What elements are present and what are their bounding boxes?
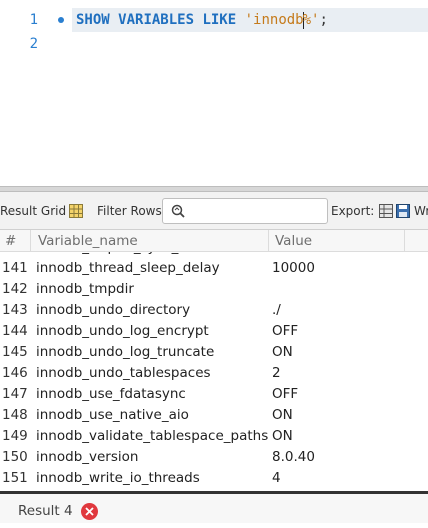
sql-keyword: LIKE (202, 12, 237, 28)
filter-rows-label: Filter Rows: (97, 204, 166, 218)
cell-variable-name[interactable]: innodb_undo_tablespaces (36, 363, 211, 384)
cell-variable-name[interactable]: innodb_undo_directory (36, 300, 190, 321)
table-row[interactable]: 150 innodb_version 8.0.40 (0, 447, 428, 468)
cell-variable-name[interactable]: innodb_version (36, 447, 138, 468)
export-icon[interactable] (379, 204, 393, 218)
cell-value[interactable]: 10000 (272, 258, 315, 279)
cell-row-number: 141 (2, 260, 28, 276)
cell-row-number: 151 (2, 470, 28, 486)
cell-variable-name[interactable]: innodb_undo_log_truncate (36, 342, 214, 363)
cell-row-number: 148 (2, 407, 28, 423)
cell-variable-name[interactable]: innodb_tmpdir (36, 279, 134, 300)
column-header-value[interactable]: Value (275, 230, 312, 252)
column-header-number[interactable]: # (5, 230, 16, 252)
search-icon (171, 204, 185, 218)
sql-terminator: ; (319, 12, 328, 28)
close-icon[interactable] (81, 503, 98, 520)
result-tabbar: Result 4 (0, 494, 428, 523)
table-row[interactable]: 146 innodb_undo_tablespaces 2 (0, 363, 428, 384)
table-row[interactable]: 151 innodb_write_io_threads 4 (0, 468, 428, 489)
result-toolbar: Result Grid Filter Rows: Export: Wra (0, 192, 428, 230)
wrap-label[interactable]: Wra (414, 192, 428, 230)
cell-variable-name[interactable]: innodb_validate_tablespace_paths (36, 426, 268, 447)
export-label: Export: (331, 204, 375, 218)
result-grid-label[interactable]: Result Grid (0, 192, 66, 230)
sql-string: 'innodb (244, 12, 304, 28)
cell-row-number: 147 (2, 386, 28, 402)
table-row[interactable]: 143 innodb_undo_directory ./ (0, 300, 428, 321)
cell-row-number: 149 (2, 428, 28, 444)
table-row[interactable]: 142 innodb_tmpdir (0, 279, 428, 300)
cell-value[interactable]: ON (272, 342, 293, 363)
cell-value[interactable]: OFF (272, 384, 298, 405)
grid-rows: 140 innodb_tmpdir_sync_thread 141 innodb… (0, 252, 428, 489)
gutter-line-1: 1 (0, 8, 70, 32)
grid-header: # Variable_name Value (0, 230, 428, 252)
cell-row-number: 146 (2, 365, 28, 381)
column-divider[interactable] (30, 230, 31, 252)
column-divider[interactable] (404, 230, 405, 252)
sql-editor[interactable]: 1 2 SHOW VARIABLES LIKE 'innodb%'; (0, 0, 428, 186)
grid-view-icon[interactable] (69, 204, 83, 218)
cell-value[interactable]: OFF (272, 321, 298, 342)
table-row[interactable]: 145 innodb_undo_log_truncate ON (0, 342, 428, 363)
gutter-line-2: 2 (0, 32, 70, 56)
line-number: 1 (29, 12, 38, 28)
column-header-variable-name[interactable]: Variable_name (38, 230, 138, 252)
cell-variable-name[interactable]: innodb_write_io_threads (36, 468, 200, 489)
save-icon[interactable] (396, 204, 410, 218)
cell-variable-name[interactable]: innodb_undo_log_encrypt (36, 321, 209, 342)
cell-value[interactable]: ON (272, 405, 293, 426)
table-row[interactable]: 148 innodb_use_native_aio ON (0, 405, 428, 426)
sql-string: %' (302, 12, 320, 28)
cell-row-number: 150 (2, 449, 28, 465)
cell-row-number: 143 (2, 302, 28, 318)
line-number: 2 (29, 36, 38, 52)
cell-row-number: 144 (2, 323, 28, 339)
cell-row-number: 142 (2, 281, 28, 297)
cell-variable-name[interactable]: innodb_use_native_aio (36, 405, 189, 426)
sql-keyword: SHOW (76, 12, 110, 28)
cell-value[interactable]: ON (272, 426, 293, 447)
code-line-1[interactable]: SHOW VARIABLES LIKE 'innodb%'; (76, 8, 328, 32)
cell-value[interactable]: ./ (272, 300, 281, 321)
statement-marker-icon (58, 17, 64, 23)
column-divider[interactable] (268, 230, 269, 252)
cell-variable-name[interactable]: innodb_use_fdatasync (36, 384, 186, 405)
cell-value[interactable]: 2 (272, 363, 281, 384)
table-row[interactable]: 149 innodb_validate_tablespace_paths ON (0, 426, 428, 447)
result-grid[interactable]: # Variable_name Value 140 innodb_tmpdir_… (0, 230, 428, 492)
cell-row-number: 145 (2, 344, 28, 360)
cell-value[interactable]: 4 (272, 468, 281, 489)
sql-keyword: VARIABLES (118, 12, 195, 28)
table-row[interactable]: 147 innodb_use_fdatasync OFF (0, 384, 428, 405)
cell-variable-name[interactable]: innodb_thread_sleep_delay (36, 258, 220, 279)
cell-value[interactable]: 8.0.40 (272, 447, 315, 468)
table-row[interactable]: 144 innodb_undo_log_encrypt OFF (0, 321, 428, 342)
table-row[interactable]: 141 innodb_thread_sleep_delay 10000 (0, 258, 428, 279)
filter-rows-input[interactable] (162, 198, 328, 224)
